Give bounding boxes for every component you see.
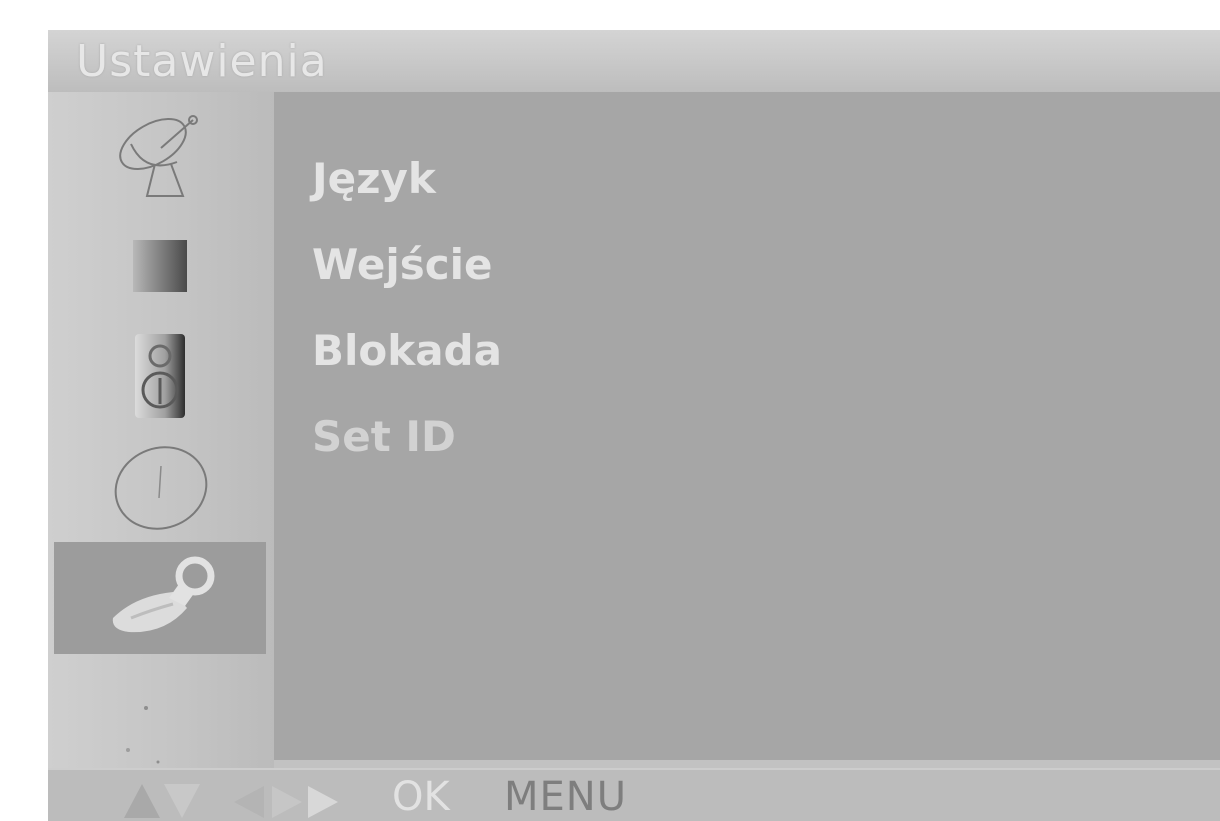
clock-icon xyxy=(114,446,208,530)
speaker-icon xyxy=(135,334,185,418)
settings-content-panel: Język Wejście Blokada Set ID xyxy=(274,92,1220,760)
menu-item-lock[interactable]: Blokada xyxy=(312,308,502,394)
navigation-hint-bar: OK MENU xyxy=(48,768,1220,821)
category-tab-setup[interactable] xyxy=(54,542,266,654)
menu-key-label: MENU xyxy=(504,774,627,820)
navigation-arrows-icon xyxy=(124,784,338,818)
category-tab-audio[interactable] xyxy=(54,320,266,432)
category-tab-picture[interactable] xyxy=(54,210,266,322)
title-bar: Ustawienia xyxy=(48,30,1220,92)
menu-title: Ustawienia xyxy=(76,36,328,87)
up-down-arrows-icon xyxy=(124,784,200,818)
menu-item-language[interactable]: Język xyxy=(312,136,502,222)
category-icon-column xyxy=(48,92,274,780)
wrench-icon xyxy=(112,556,215,633)
ok-key-label: OK xyxy=(392,774,450,820)
category-tab-time[interactable] xyxy=(54,430,266,542)
osd-screen: Ustawienia Język Wejście Blokada Set ID … xyxy=(48,30,1220,821)
menu-item-set-id[interactable]: Set ID xyxy=(312,394,502,480)
menu-item-input[interactable]: Wejście xyxy=(312,222,502,308)
satellite-dish-icon xyxy=(119,115,198,197)
settings-menu-list: Język Wejście Blokada Set ID xyxy=(312,136,502,480)
picture-icon xyxy=(133,240,187,292)
left-right-arrows-icon xyxy=(234,786,338,818)
category-tab-channel[interactable] xyxy=(54,98,266,210)
